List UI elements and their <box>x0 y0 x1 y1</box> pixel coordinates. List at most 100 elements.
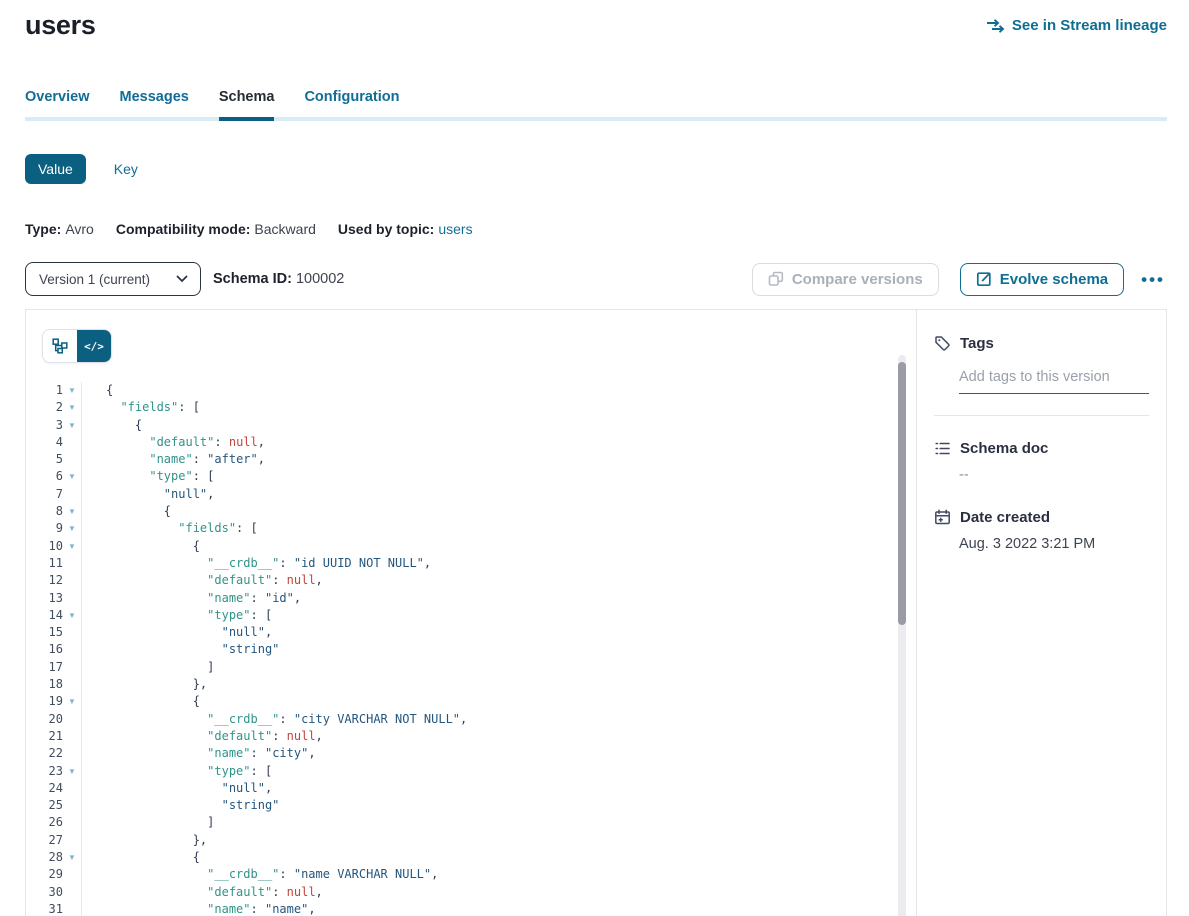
schema-id-label: Schema ID: <box>213 271 292 287</box>
fold-spacer <box>63 901 81 916</box>
edit-icon <box>976 271 992 287</box>
tree-view-button[interactable] <box>43 330 77 362</box>
tags-input-wrap <box>959 368 1149 394</box>
code-line-content: "__crdb__": "id UUID NOT NULL", <box>81 555 916 572</box>
evolve-schema-label: Evolve schema <box>1000 271 1108 288</box>
fold-spacer <box>63 745 81 762</box>
fold-spacer <box>63 832 81 849</box>
line-number: 18 <box>26 676 63 693</box>
code-line-content: "__crdb__": "city VARCHAR NOT NULL", <box>81 711 916 728</box>
line-number: 28 <box>26 849 63 866</box>
tree-view-icon <box>52 338 68 354</box>
code-line: 10▼ { <box>26 538 916 555</box>
code-line-content: ] <box>81 659 916 676</box>
code-line: 31 "name": "name", <box>26 901 916 916</box>
code-line: 17 ] <box>26 659 916 676</box>
fold-toggle-icon[interactable]: ▼ <box>63 417 81 434</box>
code-view-button[interactable]: </> <box>77 330 111 362</box>
fold-toggle-icon[interactable]: ▼ <box>63 520 81 537</box>
code-line-content: { <box>81 849 916 866</box>
fold-spacer <box>63 659 81 676</box>
code-line-content: { <box>81 417 916 434</box>
fold-toggle-icon[interactable]: ▼ <box>63 503 81 520</box>
meta-item: Compatibility mode:Backward <box>116 221 316 237</box>
tab-bar-underline <box>25 117 1167 121</box>
code-line: 26 ] <box>26 814 916 831</box>
see-in-stream-lineage-link[interactable]: See in Stream lineage <box>986 17 1167 34</box>
code-line-content: "string" <box>81 797 916 814</box>
fold-spacer <box>63 884 81 901</box>
line-number: 14 <box>26 607 63 624</box>
list-icon <box>934 440 951 457</box>
line-number: 3 <box>26 417 63 434</box>
fold-toggle-icon[interactable]: ▼ <box>63 382 81 399</box>
code-line-content: "null", <box>81 780 916 797</box>
fold-toggle-icon[interactable]: ▼ <box>63 538 81 555</box>
schema-doc-title: Schema doc <box>960 440 1048 457</box>
fold-spacer <box>63 451 81 468</box>
fold-toggle-icon[interactable]: ▼ <box>63 607 81 624</box>
page-title: users <box>25 10 96 41</box>
line-number: 27 <box>26 832 63 849</box>
key-toggle-button[interactable]: Key <box>114 161 138 177</box>
code-line-content: "type": [ <box>81 607 916 624</box>
compare-versions-button[interactable]: Compare versions <box>752 263 939 296</box>
line-number: 25 <box>26 797 63 814</box>
line-number: 13 <box>26 590 63 607</box>
version-select-value: Version 1 (current) <box>39 272 150 287</box>
line-number: 29 <box>26 866 63 883</box>
code-line: 9▼ "fields": [ <box>26 520 916 537</box>
fold-spacer <box>63 797 81 814</box>
code-line: 23▼ "type": [ <box>26 763 916 780</box>
evolve-schema-button[interactable]: Evolve schema <box>960 263 1124 296</box>
stream-lineage-icon <box>986 18 1005 34</box>
fold-toggle-icon[interactable]: ▼ <box>63 399 81 416</box>
compare-icon <box>768 271 784 287</box>
line-number: 17 <box>26 659 63 676</box>
line-number: 19 <box>26 693 63 710</box>
value-key-toggle: Value Key <box>25 154 1167 184</box>
code-line-content: }, <box>81 676 916 693</box>
schema-code-editor[interactable]: 1▼{2▼ "fields": [3▼ {4 "default": null,5… <box>26 382 916 916</box>
more-options-button[interactable]: ••• <box>1139 267 1167 292</box>
code-line-content: "null", <box>81 486 916 503</box>
tags-input[interactable] <box>959 369 1149 385</box>
code-line-content: "fields": [ <box>81 520 916 537</box>
fold-toggle-icon[interactable]: ▼ <box>63 849 81 866</box>
code-line-content: "type": [ <box>81 763 916 780</box>
fold-toggle-icon[interactable]: ▼ <box>63 693 81 710</box>
code-line: 7 "null", <box>26 486 916 503</box>
code-line-content: "default": null, <box>81 434 916 451</box>
version-select[interactable]: Version 1 (current) <box>25 262 201 296</box>
schema-sidebar: Tags Schema doc -- <box>917 310 1166 916</box>
schema-doc-value: -- <box>959 467 1149 483</box>
code-scrollbar-thumb[interactable] <box>898 362 906 625</box>
date-created-title: Date created <box>960 509 1050 526</box>
meta-value-link[interactable]: users <box>438 221 472 237</box>
sidebar-divider <box>934 415 1149 416</box>
tab-schema[interactable]: Schema <box>219 89 275 121</box>
line-number: 5 <box>26 451 63 468</box>
code-scrollbar-track[interactable] <box>898 355 906 916</box>
code-line-content: ] <box>81 814 916 831</box>
meta-label: Type: <box>25 221 61 237</box>
meta-value: Avro <box>65 221 94 237</box>
line-number: 1 <box>26 382 63 399</box>
value-toggle-button[interactable]: Value <box>25 154 86 184</box>
line-number: 20 <box>26 711 63 728</box>
version-toolbar: Version 1 (current) Schema ID:100002 Com… <box>25 262 1167 296</box>
fold-toggle-icon[interactable]: ▼ <box>63 468 81 485</box>
line-number: 2 <box>26 399 63 416</box>
code-line: 5 "name": "after", <box>26 451 916 468</box>
fold-toggle-icon[interactable]: ▼ <box>63 763 81 780</box>
code-line: 28▼ { <box>26 849 916 866</box>
meta-value: Backward <box>254 221 315 237</box>
tags-title: Tags <box>960 335 994 352</box>
fold-spacer <box>63 641 81 658</box>
code-line-content: }, <box>81 832 916 849</box>
code-line: 19▼ { <box>26 693 916 710</box>
meta-item: Used by topic:users <box>338 221 473 237</box>
code-line-content: "name": "city", <box>81 745 916 762</box>
date-created-value: Aug. 3 2022 3:21 PM <box>959 536 1149 552</box>
code-line: 6▼ "type": [ <box>26 468 916 485</box>
